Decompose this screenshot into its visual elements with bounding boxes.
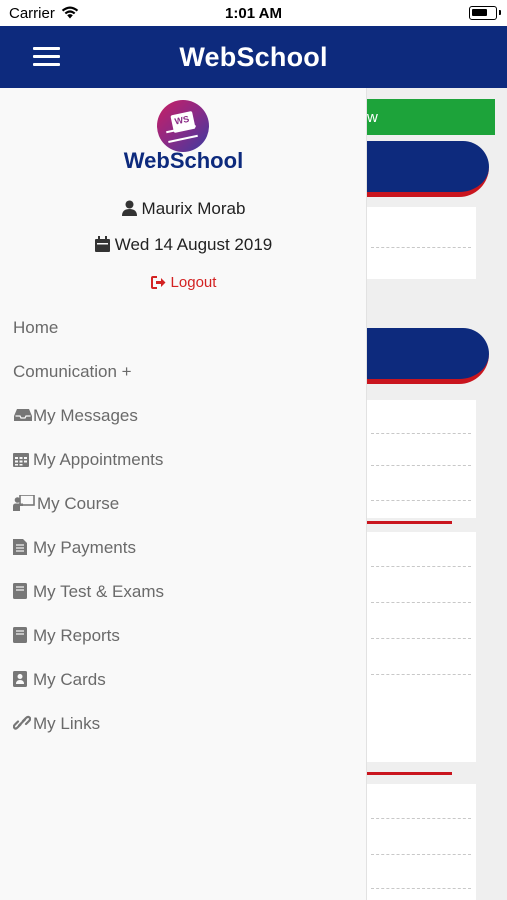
menu-item-my-messages[interactable]: My Messages [0,394,367,438]
divider [371,500,471,501]
inbox-icon [13,396,32,421]
menu-item-label: My Messages [33,406,138,425]
current-date: Wed 14 August 2019 [114,235,273,254]
divider [371,247,471,248]
divider [371,566,471,567]
menu-item-my-appointments[interactable]: My Appointments [0,438,367,482]
book-icon [13,616,31,643]
menu-item-my-course[interactable]: My Course [0,482,367,526]
date-info: Wed 14 August 2019 [0,235,367,257]
menu-item-label: My Links [33,714,101,733]
receipt-icon [13,528,31,555]
calendar-icon [13,440,31,467]
menu-item-label: My Course [37,494,120,513]
calendar-icon [94,236,110,257]
menu-item-my-cards[interactable]: My Cards [0,658,367,702]
menu-item-my-links[interactable]: My Links [0,702,367,746]
logout-link[interactable]: Logout [0,274,367,293]
section-banner [367,141,489,197]
link-icon [12,704,32,730]
user-info: Maurix Morab [0,199,367,221]
accent-line [367,521,452,524]
teacher-board-icon [13,484,35,511]
book-icon [13,572,31,599]
user-name: Maurix Morab [141,199,246,218]
brand-name: WebSchool [123,148,244,173]
menu-item-label: Comunication + [13,362,132,381]
menu-item-home[interactable]: Home [0,306,367,350]
status-bar: Carrier 1:01 AM [0,0,507,26]
divider [371,465,471,466]
divider [371,888,471,889]
drawer-menu: Home Comunication + My Messages My Appoi… [0,306,367,746]
side-drawer: WebSchool Maurix Morab Wed 14 August 201… [0,88,367,900]
sign-out-icon [150,276,166,293]
view-button[interactable]: w [367,99,495,135]
menu-item-label: My Reports [33,626,120,645]
divider [371,602,471,603]
section-banner [367,328,489,384]
id-card-icon [13,660,31,687]
menu-item-my-payments[interactable]: My Payments [0,526,367,570]
divider [371,433,471,434]
header-title: WebSchool [179,42,328,72]
clock-time: 1:01 AM [225,5,282,22]
menu-item-label: Home [13,318,59,337]
menu-item-label: My Payments [33,538,136,557]
menu-item-my-reports[interactable]: My Reports [0,614,367,658]
divider [371,674,471,675]
battery-icon [469,6,501,20]
divider [371,854,471,855]
user-icon [121,200,137,221]
menu-item-my-test-exams[interactable]: My Test & Exams [0,570,367,614]
logout-label: Logout [170,274,217,291]
menu-item-label: My Test & Exams [33,582,164,601]
app-header: WebSchool [0,26,507,88]
webschool-logo [157,100,209,152]
divider [371,638,471,639]
accent-line [367,772,452,775]
menu-item-label: My Appointments [33,450,164,469]
content-card [367,207,476,279]
divider [371,818,471,819]
background-content: w [367,88,507,900]
view-button-label: w [367,109,378,126]
content-card [367,784,476,900]
menu-item-label: My Cards [33,670,106,689]
menu-item-communication[interactable]: Comunication + [0,350,367,394]
